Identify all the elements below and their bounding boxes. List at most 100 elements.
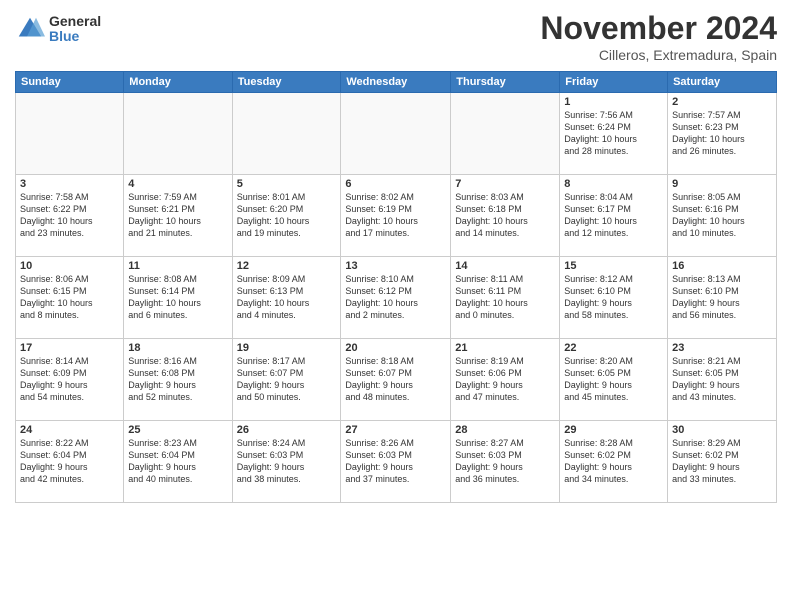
- header-sunday: Sunday: [16, 72, 124, 93]
- day-info: Sunrise: 8:19 AM Sunset: 6:06 PM Dayligh…: [455, 355, 555, 404]
- day-number: 1: [564, 96, 663, 108]
- day-number: 24: [20, 424, 119, 436]
- day-number: 10: [20, 260, 119, 272]
- day-number: 9: [672, 178, 772, 190]
- calendar-cell: [124, 93, 232, 175]
- day-info: Sunrise: 7:56 AM Sunset: 6:24 PM Dayligh…: [564, 109, 663, 158]
- calendar-cell: 28Sunrise: 8:27 AM Sunset: 6:03 PM Dayli…: [451, 421, 560, 503]
- day-info: Sunrise: 8:21 AM Sunset: 6:05 PM Dayligh…: [672, 355, 772, 404]
- day-number: 25: [128, 424, 227, 436]
- day-number: 21: [455, 342, 555, 354]
- day-number: 30: [672, 424, 772, 436]
- calendar-cell: 13Sunrise: 8:10 AM Sunset: 6:12 PM Dayli…: [341, 257, 451, 339]
- day-number: 23: [672, 342, 772, 354]
- day-number: 8: [564, 178, 663, 190]
- calendar-cell: 20Sunrise: 8:18 AM Sunset: 6:07 PM Dayli…: [341, 339, 451, 421]
- title-area: November 2024 Cilleros, Extremadura, Spa…: [540, 10, 777, 63]
- calendar-cell: 8Sunrise: 8:04 AM Sunset: 6:17 PM Daylig…: [560, 175, 668, 257]
- calendar-cell: 19Sunrise: 8:17 AM Sunset: 6:07 PM Dayli…: [232, 339, 341, 421]
- day-info: Sunrise: 7:58 AM Sunset: 6:22 PM Dayligh…: [20, 191, 119, 240]
- day-number: 14: [455, 260, 555, 272]
- calendar-cell: 11Sunrise: 8:08 AM Sunset: 6:14 PM Dayli…: [124, 257, 232, 339]
- day-number: 16: [672, 260, 772, 272]
- day-info: Sunrise: 8:17 AM Sunset: 6:07 PM Dayligh…: [237, 355, 337, 404]
- calendar-cell: 9Sunrise: 8:05 AM Sunset: 6:16 PM Daylig…: [668, 175, 777, 257]
- calendar-cell: 4Sunrise: 7:59 AM Sunset: 6:21 PM Daylig…: [124, 175, 232, 257]
- day-number: 6: [345, 178, 446, 190]
- day-number: 20: [345, 342, 446, 354]
- day-info: Sunrise: 8:11 AM Sunset: 6:11 PM Dayligh…: [455, 273, 555, 322]
- header-monday: Monday: [124, 72, 232, 93]
- day-info: Sunrise: 8:08 AM Sunset: 6:14 PM Dayligh…: [128, 273, 227, 322]
- calendar-cell: 22Sunrise: 8:20 AM Sunset: 6:05 PM Dayli…: [560, 339, 668, 421]
- header-friday: Friday: [560, 72, 668, 93]
- header: General Blue November 2024 Cilleros, Ext…: [15, 10, 777, 63]
- day-info: Sunrise: 8:14 AM Sunset: 6:09 PM Dayligh…: [20, 355, 119, 404]
- day-number: 11: [128, 260, 227, 272]
- calendar-cell: 26Sunrise: 8:24 AM Sunset: 6:03 PM Dayli…: [232, 421, 341, 503]
- logo-general: General: [49, 14, 101, 29]
- day-number: 2: [672, 96, 772, 108]
- calendar-cell: 12Sunrise: 8:09 AM Sunset: 6:13 PM Dayli…: [232, 257, 341, 339]
- day-number: 5: [237, 178, 337, 190]
- day-info: Sunrise: 8:01 AM Sunset: 6:20 PM Dayligh…: [237, 191, 337, 240]
- day-number: 19: [237, 342, 337, 354]
- calendar-cell: 29Sunrise: 8:28 AM Sunset: 6:02 PM Dayli…: [560, 421, 668, 503]
- calendar-cell: [451, 93, 560, 175]
- day-info: Sunrise: 8:02 AM Sunset: 6:19 PM Dayligh…: [345, 191, 446, 240]
- day-number: 28: [455, 424, 555, 436]
- calendar-cell: 6Sunrise: 8:02 AM Sunset: 6:19 PM Daylig…: [341, 175, 451, 257]
- day-number: 26: [237, 424, 337, 436]
- week-row-4: 17Sunrise: 8:14 AM Sunset: 6:09 PM Dayli…: [16, 339, 777, 421]
- day-info: Sunrise: 7:59 AM Sunset: 6:21 PM Dayligh…: [128, 191, 227, 240]
- calendar-cell: 5Sunrise: 8:01 AM Sunset: 6:20 PM Daylig…: [232, 175, 341, 257]
- calendar-cell: 23Sunrise: 8:21 AM Sunset: 6:05 PM Dayli…: [668, 339, 777, 421]
- calendar-cell: 1Sunrise: 7:56 AM Sunset: 6:24 PM Daylig…: [560, 93, 668, 175]
- day-info: Sunrise: 7:57 AM Sunset: 6:23 PM Dayligh…: [672, 109, 772, 158]
- day-info: Sunrise: 8:20 AM Sunset: 6:05 PM Dayligh…: [564, 355, 663, 404]
- calendar-cell: [16, 93, 124, 175]
- calendar-cell: 2Sunrise: 7:57 AM Sunset: 6:23 PM Daylig…: [668, 93, 777, 175]
- day-number: 22: [564, 342, 663, 354]
- month-title: November 2024: [540, 10, 777, 47]
- calendar-cell: 27Sunrise: 8:26 AM Sunset: 6:03 PM Dayli…: [341, 421, 451, 503]
- logo: General Blue: [15, 14, 101, 45]
- day-info: Sunrise: 8:05 AM Sunset: 6:16 PM Dayligh…: [672, 191, 772, 240]
- header-tuesday: Tuesday: [232, 72, 341, 93]
- calendar-cell: 15Sunrise: 8:12 AM Sunset: 6:10 PM Dayli…: [560, 257, 668, 339]
- week-row-2: 3Sunrise: 7:58 AM Sunset: 6:22 PM Daylig…: [16, 175, 777, 257]
- day-info: Sunrise: 8:13 AM Sunset: 6:10 PM Dayligh…: [672, 273, 772, 322]
- calendar: SundayMondayTuesdayWednesdayThursdayFrid…: [15, 71, 777, 503]
- day-info: Sunrise: 8:06 AM Sunset: 6:15 PM Dayligh…: [20, 273, 119, 322]
- calendar-cell: 25Sunrise: 8:23 AM Sunset: 6:04 PM Dayli…: [124, 421, 232, 503]
- calendar-cell: [341, 93, 451, 175]
- day-number: 4: [128, 178, 227, 190]
- calendar-cell: 24Sunrise: 8:22 AM Sunset: 6:04 PM Dayli…: [16, 421, 124, 503]
- logo-text: General Blue: [49, 14, 101, 45]
- day-number: 18: [128, 342, 227, 354]
- calendar-cell: 10Sunrise: 8:06 AM Sunset: 6:15 PM Dayli…: [16, 257, 124, 339]
- header-thursday: Thursday: [451, 72, 560, 93]
- day-info: Sunrise: 8:03 AM Sunset: 6:18 PM Dayligh…: [455, 191, 555, 240]
- logo-blue: Blue: [49, 29, 101, 44]
- week-row-1: 1Sunrise: 7:56 AM Sunset: 6:24 PM Daylig…: [16, 93, 777, 175]
- page: General Blue November 2024 Cilleros, Ext…: [0, 0, 792, 612]
- day-number: 3: [20, 178, 119, 190]
- day-info: Sunrise: 8:27 AM Sunset: 6:03 PM Dayligh…: [455, 437, 555, 486]
- location: Cilleros, Extremadura, Spain: [540, 47, 777, 63]
- calendar-cell: 7Sunrise: 8:03 AM Sunset: 6:18 PM Daylig…: [451, 175, 560, 257]
- calendar-cell: 14Sunrise: 8:11 AM Sunset: 6:11 PM Dayli…: [451, 257, 560, 339]
- calendar-header-row: SundayMondayTuesdayWednesdayThursdayFrid…: [16, 72, 777, 93]
- day-number: 29: [564, 424, 663, 436]
- day-info: Sunrise: 8:29 AM Sunset: 6:02 PM Dayligh…: [672, 437, 772, 486]
- day-info: Sunrise: 8:12 AM Sunset: 6:10 PM Dayligh…: [564, 273, 663, 322]
- day-number: 17: [20, 342, 119, 354]
- day-info: Sunrise: 8:26 AM Sunset: 6:03 PM Dayligh…: [345, 437, 446, 486]
- day-info: Sunrise: 8:18 AM Sunset: 6:07 PM Dayligh…: [345, 355, 446, 404]
- day-info: Sunrise: 8:28 AM Sunset: 6:02 PM Dayligh…: [564, 437, 663, 486]
- day-info: Sunrise: 8:22 AM Sunset: 6:04 PM Dayligh…: [20, 437, 119, 486]
- calendar-cell: [232, 93, 341, 175]
- calendar-cell: 17Sunrise: 8:14 AM Sunset: 6:09 PM Dayli…: [16, 339, 124, 421]
- day-number: 7: [455, 178, 555, 190]
- logo-icon: [15, 14, 45, 44]
